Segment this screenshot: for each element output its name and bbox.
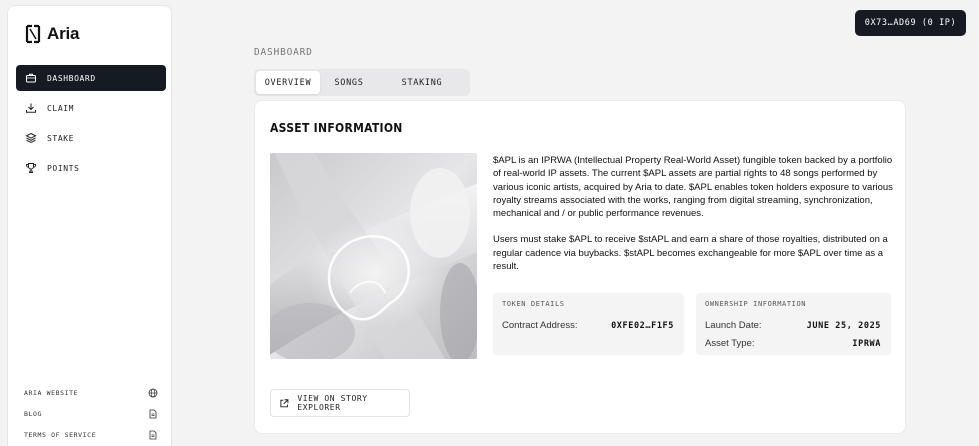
- asset-description: $APL is an IPRWA (Intellectual Property …: [493, 154, 893, 286]
- sidebar-item-label: CLAIM: [47, 103, 75, 113]
- trophy-icon: [26, 163, 36, 173]
- footer-link-label: BLOG: [24, 410, 43, 418]
- tab-bar: OVERVIEW SONGS STAKING: [254, 69, 470, 96]
- footer-link-terms-of-service[interactable]: TERMS OF SERVICE: [24, 429, 158, 441]
- sidebar: Aria DASHBOARD CLAIM STAKE POINTS ARIA W…: [7, 5, 172, 446]
- sidebar-item-label: POINTS: [47, 163, 80, 173]
- footer-link-label: ARIA WEBSITE: [24, 389, 79, 397]
- asset-type-label: Asset Type:: [705, 338, 755, 349]
- page-title: DASHBOARD: [254, 47, 313, 58]
- asset-artwork-graphic: [270, 153, 477, 359]
- aria-logo-icon: [25, 24, 41, 44]
- sidebar-item-points[interactable]: POINTS: [16, 155, 166, 181]
- contract-address-value[interactable]: 0XFE02…F1F5: [611, 321, 674, 331]
- panel-heading: TOKEN DETAILS: [502, 300, 565, 308]
- sidebar-item-dashboard[interactable]: DASHBOARD: [16, 65, 166, 91]
- tab-songs[interactable]: SONGS: [320, 71, 378, 94]
- asset-type-row: Asset Type: IPRWA: [705, 338, 881, 349]
- footer-link-blog[interactable]: BLOG: [24, 408, 158, 420]
- logo[interactable]: Aria: [25, 24, 79, 44]
- sidebar-item-label: DASHBOARD: [47, 73, 96, 83]
- sidebar-footer: ARIA WEBSITE BLOG TERMS OF SERVICE: [24, 387, 158, 446]
- asset-type-value: IPRWA: [852, 338, 881, 349]
- external-link-icon: [280, 398, 289, 407]
- tab-overview[interactable]: OVERVIEW: [256, 71, 320, 94]
- sidebar-item-label: STAKE: [47, 133, 75, 143]
- briefcase-icon: [26, 73, 36, 83]
- app-name: Aria: [47, 24, 80, 43]
- tab-staking[interactable]: STAKING: [378, 71, 466, 94]
- launch-date-row: Launch Date: JUNE 25, 2025: [705, 320, 881, 331]
- sidebar-item-stake[interactable]: STAKE: [16, 125, 166, 151]
- panel-heading: OWNERSHIP INFORMATION: [705, 300, 807, 308]
- sidebar-item-claim[interactable]: CLAIM: [16, 95, 166, 121]
- card-title: ASSET INFORMATION: [270, 121, 403, 135]
- ownership-information-panel: OWNERSHIP INFORMATION Launch Date: JUNE …: [696, 293, 891, 355]
- document-icon: [149, 430, 157, 440]
- description-paragraph: $APL is an IPRWA (Intellectual Property …: [493, 155, 893, 220]
- download-icon: [26, 103, 36, 113]
- view-on-story-explorer-button[interactable]: VIEW ON STORY EXPLORER: [270, 389, 410, 417]
- description-paragraph: Users must stake $APL to receive $stAPL …: [493, 234, 888, 273]
- launch-date-label: Launch Date:: [705, 320, 762, 331]
- layers-icon: [25, 132, 37, 144]
- contract-address-row: Contract Address: 0XFE02…F1F5: [502, 320, 674, 331]
- asset-artwork-image: [270, 153, 477, 359]
- asset-information-card: ASSET INFORMATION $APL is an IPRWA (Inte…: [254, 100, 906, 434]
- globe-icon: [148, 388, 158, 398]
- wallet-button[interactable]: 0X73…AD69 (0 IP): [855, 10, 966, 36]
- document-icon: [149, 409, 157, 419]
- contract-address-label: Contract Address:: [502, 320, 578, 331]
- footer-link-aria-website[interactable]: ARIA WEBSITE: [24, 387, 158, 399]
- sidebar-nav: DASHBOARD CLAIM STAKE POINTS: [16, 65, 166, 185]
- explorer-button-label: VIEW ON STORY EXPLORER: [297, 394, 368, 412]
- launch-date-value: JUNE 25, 2025: [806, 320, 881, 331]
- token-details-panel: TOKEN DETAILS Contract Address: 0XFE02…F…: [493, 293, 684, 355]
- footer-link-label: TERMS OF SERVICE: [24, 431, 97, 439]
